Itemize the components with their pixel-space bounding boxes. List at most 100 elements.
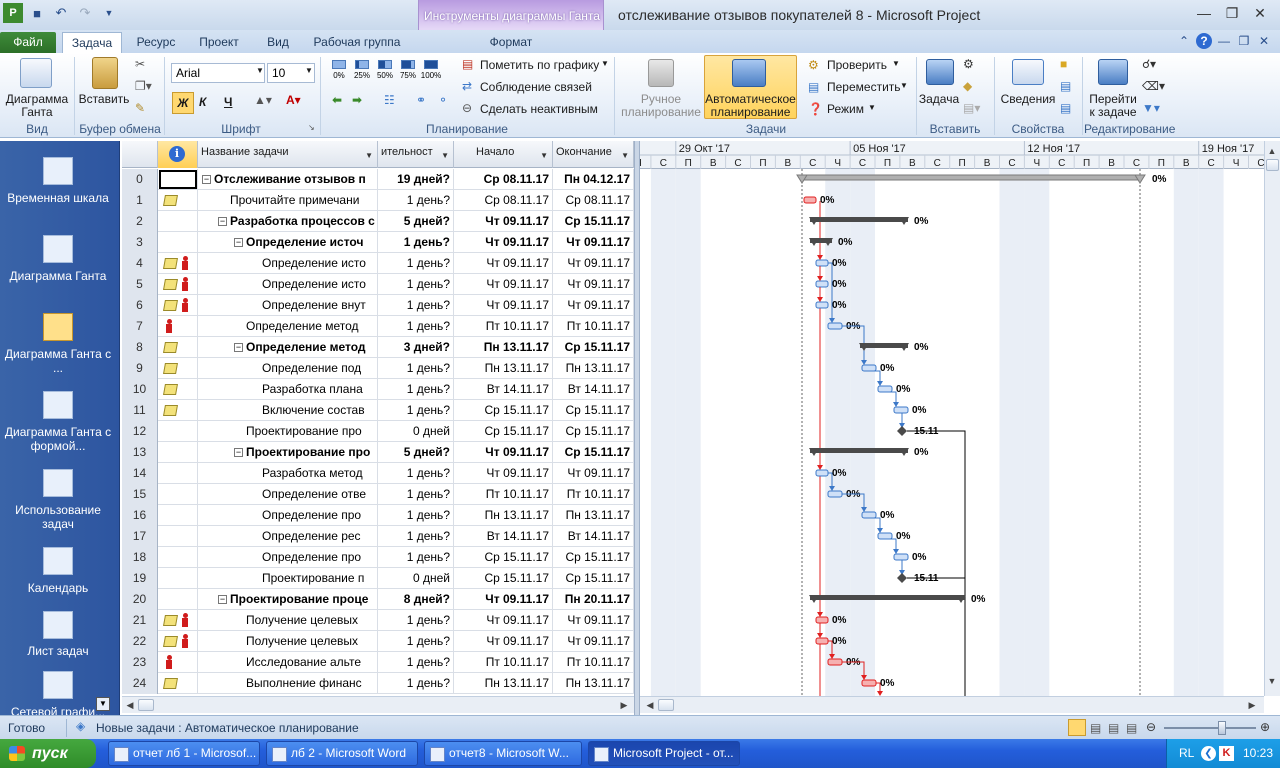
collapse-icon[interactable]: − [234, 238, 243, 248]
table-row[interactable]: 24 Выполнение финанс 1 день? Пн 13.11.17 Пн … [122, 673, 634, 694]
row-finish[interactable]: Чт 09.11.17 [553, 274, 634, 295]
note-icon[interactable] [163, 195, 178, 206]
cut-icon[interactable]: ✂ [135, 57, 145, 71]
pct-100-icon[interactable] [424, 60, 438, 69]
row-id[interactable]: 7 [122, 316, 158, 337]
minimize-icon[interactable]: — [1190, 4, 1218, 22]
row-id[interactable]: 24 [122, 673, 158, 694]
row-name[interactable]: − Проектирование про [198, 442, 378, 463]
details-icon[interactable]: ▤ [1060, 79, 1071, 93]
table-row[interactable]: 11 Включение состав 1 день? Ср 15.11.17 Ср 1… [122, 400, 634, 421]
row-indicators[interactable] [158, 316, 198, 337]
row-indicators[interactable] [158, 379, 198, 400]
tab-team[interactable]: Рабочая группа [306, 32, 408, 53]
close-icon[interactable]: ✕ [1246, 4, 1274, 22]
row-duration[interactable]: 1 день? [378, 295, 454, 316]
table-row[interactable]: 8 − Определение метод 3 дней? Пн 13.11.17 Ср … [122, 337, 634, 358]
row-start[interactable]: Чт 09.11.17 [454, 631, 553, 652]
table-row[interactable]: 10 Разработка плана 1 день? Вт 14.11.17 Вт 1… [122, 379, 634, 400]
summary-icon[interactable]: ⚙ [963, 57, 974, 71]
table-row[interactable]: 5 Определение исто 1 день? Чт 09.11.17 Чт 09… [122, 274, 634, 295]
table-row[interactable]: 3 − Определение источ 1 день? Чт 09.11.17 Чт … [122, 232, 634, 253]
row-finish[interactable]: Чт 09.11.17 [553, 295, 634, 316]
tray-arrow-icon[interactable]: ❮ [1201, 746, 1216, 761]
table-row[interactable]: 1 Прочитайте примечани 1 день? Ср 08.11.17 С… [122, 190, 634, 211]
clear-icon[interactable]: ⌫▾ [1142, 79, 1165, 93]
unlink-tasks-icon[interactable]: ⚬ [438, 93, 448, 107]
row-duration[interactable]: 1 день? [378, 379, 454, 400]
row-id[interactable]: 13 [122, 442, 158, 463]
row-finish[interactable]: Ср 15.11.17 [553, 211, 634, 232]
row-indicators[interactable] [158, 274, 198, 295]
row-finish[interactable]: Ср 08.11.17 [553, 190, 634, 211]
row-start[interactable]: Ср 15.11.17 [454, 400, 553, 421]
row-finish[interactable]: Вт 14.11.17 [553, 526, 634, 547]
overallocated-resource-icon[interactable] [182, 256, 188, 270]
start-header[interactable]: Начало ▼ [454, 141, 553, 168]
row-id[interactable]: 12 [122, 421, 158, 442]
view-timeline[interactable]: Временная шкала [0, 191, 116, 205]
row-start[interactable]: Чт 09.11.17 [454, 232, 553, 253]
row-indicators[interactable] [158, 232, 198, 253]
redo-icon[interactable]: ↷ [75, 3, 95, 23]
row-indicators[interactable] [158, 673, 198, 694]
table-row[interactable]: 18 Определение про 1 день? Ср 15.11.17 Ср 15… [122, 547, 634, 568]
highlight-color-icon[interactable]: ▲▾ [254, 93, 272, 107]
name-filter-icon[interactable]: ▼ [365, 145, 373, 167]
taskbar-item-lab2[interactable]: лб 2 - Microsoft Word [266, 741, 418, 766]
row-finish[interactable]: Пн 20.11.17 [553, 589, 634, 610]
row-name[interactable]: − Разработка процессов с [198, 211, 378, 232]
view-bar-scroll-down-icon[interactable]: ▼ [96, 697, 110, 711]
table-row[interactable]: 0 − Отслеживание отзывов п 19 дней? Ср 08.11… [122, 169, 634, 190]
row-name[interactable]: Проектирование про [198, 421, 378, 442]
row-duration[interactable]: 1 день? [378, 526, 454, 547]
overallocated-resource-icon[interactable] [182, 277, 188, 291]
gantt-chart-view-button[interactable]: Диаграмма Ганта [2, 93, 72, 119]
row-name[interactable]: Прочитайте примечани [198, 190, 378, 211]
row-duration[interactable]: 1 день? [378, 610, 454, 631]
row-indicators[interactable] [158, 442, 198, 463]
move-dropdown-icon[interactable]: ▼ [900, 81, 908, 90]
row-indicators[interactable] [158, 589, 198, 610]
row-finish[interactable]: Пн 13.11.17 [553, 673, 634, 694]
row-start[interactable]: Ср 15.11.17 [454, 547, 553, 568]
pct-75-icon[interactable] [401, 60, 415, 69]
taskbar-item-report8[interactable]: отчет8 - Microsoft W... [424, 741, 582, 766]
overallocated-resource-icon[interactable] [166, 655, 172, 669]
row-start[interactable]: Чт 09.11.17 [454, 610, 553, 631]
row-name[interactable]: Определение про [198, 547, 378, 568]
row-duration[interactable]: 1 день? [378, 253, 454, 274]
move-button[interactable]: Переместить [827, 80, 901, 94]
row-id[interactable]: 14 [122, 463, 158, 484]
font-dialog-launcher-icon[interactable]: ↘ [308, 123, 315, 132]
row-duration[interactable]: 0 дней [378, 421, 454, 442]
link-tasks-icon[interactable]: ⚭ [416, 93, 426, 107]
row-name[interactable]: Определение внут [198, 295, 378, 316]
row-id[interactable]: 18 [122, 547, 158, 568]
row-duration[interactable]: 1 день? [378, 484, 454, 505]
inspect-dropdown-icon[interactable]: ▼ [892, 59, 900, 68]
start-filter-icon[interactable]: ▼ [540, 145, 548, 167]
row-duration[interactable]: 8 дней? [378, 589, 454, 610]
row-start[interactable]: Чт 09.11.17 [454, 295, 553, 316]
project-app-icon[interactable]: P [3, 3, 23, 23]
tab-project[interactable]: Проект [192, 32, 246, 53]
row-start[interactable]: Пн 13.11.17 [454, 358, 553, 379]
row-finish[interactable]: Вт 14.11.17 [553, 379, 634, 400]
note-icon[interactable] [163, 258, 178, 269]
row-indicators[interactable] [158, 610, 198, 631]
view-gantt-chart-with[interactable]: Диаграмма Ганта с ... [0, 347, 116, 375]
table-row[interactable]: 20 − Проектирование проце 8 дней? Чт 09.11.1… [122, 589, 634, 610]
row-start[interactable]: Пт 10.11.17 [454, 652, 553, 673]
row-id[interactable]: 15 [122, 484, 158, 505]
mark-on-track-button[interactable]: Пометить по графику [480, 58, 599, 72]
table-row[interactable]: 7 Определение метод 1 день? Пт 10.11.17 Пт 1… [122, 316, 634, 337]
row-name[interactable]: Определение отве [198, 484, 378, 505]
row-indicators[interactable] [158, 568, 198, 589]
overallocated-resource-icon[interactable] [182, 613, 188, 627]
row-name[interactable]: Исследование альте [198, 652, 378, 673]
undo-icon[interactable]: ↶ [51, 3, 71, 23]
row-indicators[interactable] [158, 211, 198, 232]
respect-links-button[interactable]: Соблюдение связей [480, 80, 592, 94]
mode-dropdown-icon[interactable]: ▼ [868, 103, 876, 112]
